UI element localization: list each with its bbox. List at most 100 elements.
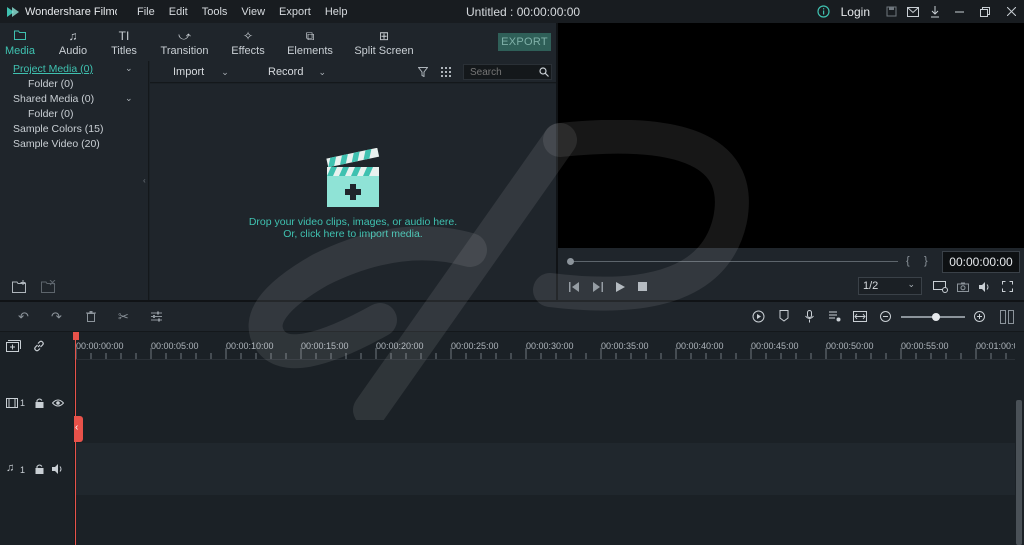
music-note-icon: ♫ — [68, 29, 78, 43]
timeline-layout-icon[interactable] — [1000, 310, 1014, 324]
step-forward-icon[interactable] — [592, 282, 603, 292]
empty-track-area[interactable] — [76, 495, 1015, 545]
eye-icon[interactable] — [52, 399, 64, 407]
tab-media[interactable]: Media — [0, 23, 40, 61]
new-folder-icon[interactable] — [12, 280, 28, 294]
ruler-tick-label: 00:00:50:00 — [826, 341, 874, 351]
ruler-tick-label: 00:00:20:00 — [376, 341, 424, 351]
menu-help[interactable]: Help — [325, 6, 348, 18]
video-preview[interactable] — [558, 23, 1024, 248]
redo-icon[interactable]: ↷ — [51, 310, 62, 324]
timeline-scrollbar-thumb[interactable] — [1016, 400, 1022, 545]
fullscreen-icon[interactable] — [1002, 281, 1013, 292]
library-item-shared-folder[interactable]: Folder (0) — [28, 108, 74, 120]
menu-file[interactable]: File — [137, 6, 155, 18]
lock-icon[interactable] — [35, 464, 44, 474]
link-icon[interactable] — [33, 340, 45, 352]
render-preview-icon[interactable] — [933, 281, 948, 293]
library-item-folder[interactable]: Folder (0) — [28, 78, 74, 90]
media-drop-zone[interactable]: Drop your video clips, images, or audio … — [150, 84, 556, 300]
preview-zoom-select[interactable]: 1/2 ⌄ — [858, 277, 922, 295]
timeline-ruler[interactable]: 00:00:00:00 00:00:05:00 00:00:10:00 00:00:1… — [75, 332, 1015, 360]
marker-icon[interactable] — [779, 310, 789, 322]
cut-icon[interactable]: ✂ — [118, 310, 129, 324]
video-track-number: 1 — [20, 398, 26, 408]
lock-icon[interactable] — [35, 398, 44, 408]
ruler-tick-label: 00:00:40:00 — [676, 341, 724, 351]
library-item-shared-media[interactable]: Shared Media (0) — [13, 93, 94, 105]
tab-elements[interactable]: ⧉ Elements — [269, 23, 351, 61]
menu-view[interactable]: View — [241, 6, 265, 18]
undo-icon[interactable]: ↶ — [18, 310, 29, 324]
download-icon[interactable] — [924, 0, 946, 23]
preview-controls: { } 00:00:00:00 1/2 ⌄ — [558, 248, 1024, 300]
menu-export[interactable]: Export — [279, 6, 311, 18]
add-track-icon[interactable] — [6, 340, 21, 352]
delete-folder-icon[interactable] — [41, 280, 57, 294]
adjust-icon[interactable] — [151, 311, 162, 322]
microphone-icon[interactable] — [805, 310, 814, 323]
save-icon[interactable] — [880, 0, 902, 23]
login-button[interactable]: Login — [841, 5, 870, 19]
search-icon[interactable] — [539, 67, 549, 77]
speaker-icon[interactable] — [52, 464, 64, 474]
zoom-in-icon[interactable] — [974, 311, 985, 322]
clapperboard-import-icon[interactable] — [324, 148, 382, 210]
menu-edit[interactable]: Edit — [169, 6, 188, 18]
drop-zone-import-link[interactable]: Or, click here to import media. — [150, 228, 556, 240]
chevron-down-icon[interactable]: ⌄ — [125, 63, 133, 74]
fit-timeline-icon[interactable] — [853, 311, 867, 322]
grid-view-icon[interactable] — [441, 67, 451, 77]
tab-titles[interactable]: TI Titles — [106, 23, 142, 61]
audio-track[interactable] — [76, 443, 1015, 495]
volume-icon[interactable] — [979, 282, 991, 292]
folder-icon — [14, 29, 26, 43]
library-item-sample-colors[interactable]: Sample Colors (15) — [13, 123, 103, 135]
scrubber-handle[interactable] — [567, 258, 574, 265]
filter-icon[interactable] — [418, 67, 428, 77]
preview-scrubber[interactable] — [568, 261, 898, 262]
collapse-panel-icon[interactable]: ‹ — [143, 176, 146, 185]
tab-transition[interactable]: ⤻ Transition — [142, 23, 227, 61]
import-dropdown[interactable]: Import ⌄ — [173, 66, 229, 78]
tab-audio[interactable]: ♫ Audio — [40, 23, 106, 61]
audio-mixer-icon[interactable] — [829, 310, 841, 322]
render-icon[interactable] — [752, 310, 765, 323]
drop-zone-instruction[interactable]: Drop your video clips, images, or audio … — [150, 216, 556, 228]
tab-effects[interactable]: ✧ Effects — [227, 23, 269, 61]
mark-in-icon[interactable]: { — [906, 255, 910, 267]
video-track-header: 1 — [0, 360, 75, 443]
snapshot-camera-icon[interactable] — [957, 282, 969, 292]
chevron-down-icon: ⌄ — [907, 279, 915, 289]
tab-split-screen[interactable]: ⊞ Split Screen — [351, 23, 417, 61]
media-library-panel: Project Media (0) ⌄ Folder (0) Shared Me… — [0, 61, 149, 300]
stop-icon[interactable] — [638, 282, 647, 291]
library-item-project-media[interactable]: Project Media (0) — [13, 63, 93, 75]
menu-tools[interactable]: Tools — [202, 6, 228, 18]
empty-track-header — [0, 495, 75, 545]
ruler-tick-label: 00:00:15:00 — [301, 341, 349, 351]
track-collapse-handle[interactable]: ‹ — [74, 416, 83, 442]
split-screen-icon: ⊞ — [378, 29, 390, 43]
info-icon[interactable] — [813, 0, 835, 23]
export-button[interactable]: EXPORT — [498, 33, 551, 51]
mail-icon[interactable] — [902, 0, 924, 23]
title-bar: Wondershare Filmora File Edit Tools View… — [0, 0, 1024, 23]
video-track[interactable] — [76, 360, 1015, 443]
chevron-down-icon[interactable]: ⌄ — [125, 93, 133, 104]
step-back-icon[interactable] — [569, 282, 580, 292]
music-note-icon: ♫ — [6, 462, 15, 474]
restore-icon[interactable] — [972, 0, 998, 23]
library-item-sample-video[interactable]: Sample Video (20) — [13, 138, 100, 150]
close-icon[interactable] — [998, 0, 1024, 23]
zoom-out-icon[interactable] — [880, 311, 891, 322]
chevron-down-icon: ⌄ — [318, 66, 327, 77]
audio-track-header: ♫ 1 — [0, 443, 75, 495]
minimize-icon[interactable] — [946, 0, 972, 23]
delete-icon[interactable] — [86, 311, 96, 322]
play-icon[interactable] — [616, 282, 625, 292]
elements-icon: ⧉ — [305, 29, 315, 43]
playhead-handle[interactable] — [73, 332, 79, 340]
mark-out-icon[interactable]: } — [924, 255, 928, 267]
record-dropdown[interactable]: Record ⌄ — [268, 66, 326, 78]
